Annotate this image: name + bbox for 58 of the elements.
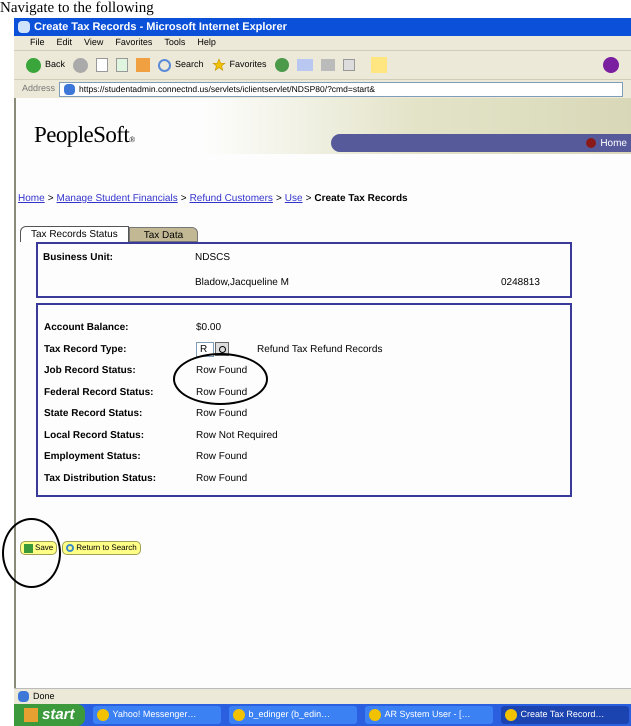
menu-item[interactable]: Tools	[164, 36, 186, 50]
search-button[interactable]: Search	[158, 58, 204, 72]
taskbar-button[interactable]: Yahoo! Messenger…	[92, 706, 221, 724]
breadcrumb-link[interactable]: Refund Customers	[190, 191, 273, 206]
field-description: Refund Tax Refund Records	[257, 342, 382, 357]
field-value: Row Found	[196, 450, 248, 464]
field-value: $0.00	[196, 321, 222, 336]
field-label: Employment Status:	[44, 450, 142, 464]
input-field[interactable]: R	[196, 342, 214, 357]
field-label: Job Record Status:	[44, 364, 137, 378]
tab[interactable]: Tax Data	[128, 227, 198, 242]
logo: PeopleSoft®	[33, 121, 135, 149]
field-label: Federal Record Status:	[44, 386, 154, 400]
breadcrumb-link[interactable]: Use	[284, 191, 303, 206]
status-text: Done	[33, 690, 55, 703]
field-value: 0248813	[501, 276, 540, 290]
field-value: Row Found	[196, 407, 248, 422]
breadcrumb-separator: >	[180, 192, 187, 206]
tab[interactable]: Tax Records Status	[20, 226, 129, 242]
field-label: Tax Record Type:	[44, 342, 128, 357]
taskbar-button[interactable]: Create Tax Record…	[500, 706, 629, 724]
breadcrumb-separator: >	[276, 192, 282, 206]
address-label: Address	[22, 82, 56, 96]
breadcrumb-link[interactable]: Home	[18, 191, 45, 206]
return-to-search-button[interactable]: Return to Search	[62, 541, 141, 555]
menu-item[interactable]: Favorites	[115, 36, 152, 50]
field-value: Bladow,Jacqueline M	[195, 276, 290, 290]
save-button[interactable]: Save	[20, 541, 58, 555]
menu-item[interactable]: Edit	[56, 36, 72, 50]
field-label: State Record Status:	[44, 407, 144, 422]
field-label: Local Record Status:	[44, 428, 146, 443]
taskbar-button[interactable]: b_edinger (b_edin…	[228, 706, 357, 724]
star-icon	[212, 58, 226, 72]
field-value: Row Found	[196, 472, 248, 486]
taskbar-button[interactable]: AR System User - […	[364, 706, 493, 724]
home-link[interactable]: Home	[600, 136, 627, 150]
field-label: Tax Distribution Status:	[44, 472, 158, 486]
favorites-button[interactable]: Favorites	[212, 58, 267, 72]
menu-item[interactable]: View	[84, 36, 104, 50]
back-button[interactable]: Back	[26, 58, 66, 72]
breadcrumb-current: Create Tax Records	[314, 192, 408, 206]
field-label: Account Balance:	[44, 321, 130, 336]
address-field[interactable]: https://studentadmin.connectnd.us/servlets/iclientservlet/NDSP80/?cmd=start&	[59, 82, 623, 96]
menu-item[interactable]: File	[30, 36, 45, 50]
breadcrumb-separator: >	[306, 192, 312, 206]
field-value: Row Found	[196, 364, 248, 378]
field-value: NDSCS	[195, 251, 230, 265]
menu-item[interactable]: Help	[197, 36, 216, 50]
start-button[interactable]: start	[14, 704, 85, 726]
breadcrumb-separator: >	[48, 192, 54, 206]
field-value: Row Not Required	[196, 428, 278, 443]
lookup-button[interactable]	[215, 342, 229, 356]
field-value: Row Found	[196, 386, 248, 400]
annotation-circle	[2, 518, 61, 588]
heading: Navigate to the following	[0, 0, 154, 17]
field-label: Business Unit:	[43, 251, 114, 265]
window-title: Create Tax Records - Microsoft Internet Explorer	[34, 20, 287, 35]
breadcrumb-link[interactable]: Manage Student Financials	[56, 191, 178, 206]
